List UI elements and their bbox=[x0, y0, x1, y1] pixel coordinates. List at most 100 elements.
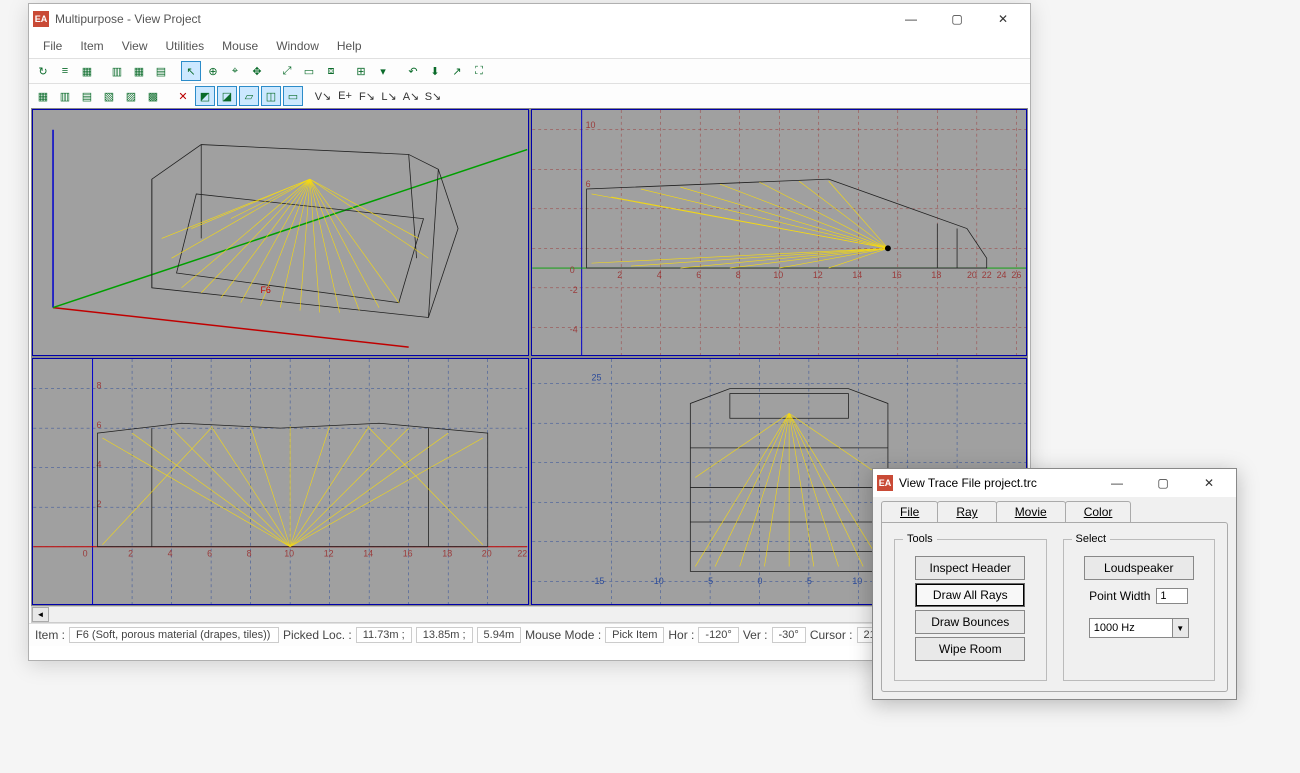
layout1-icon[interactable]: ▥ bbox=[107, 61, 127, 81]
tab-color[interactable]: Color bbox=[1065, 501, 1132, 522]
status-ver-value: -30° bbox=[772, 627, 806, 643]
tools-legend: Tools bbox=[903, 533, 937, 545]
zoomfit-icon[interactable]: ⤢ bbox=[277, 61, 297, 81]
fullscreen-icon[interactable]: ⛶ bbox=[469, 61, 489, 81]
svg-text:0: 0 bbox=[83, 549, 88, 559]
dialog-maximize-button[interactable]: ▢ bbox=[1140, 468, 1186, 498]
target-icon[interactable]: ⊕ bbox=[203, 61, 223, 81]
table-icon[interactable]: ⊞ bbox=[351, 61, 371, 81]
grid-c-icon[interactable]: ▤ bbox=[77, 86, 97, 106]
undo-icon[interactable]: ↶ bbox=[403, 61, 423, 81]
dropdown-icon[interactable]: ▾ bbox=[373, 61, 393, 81]
svg-text:0: 0 bbox=[757, 576, 762, 586]
face-c-icon[interactable]: ▱ bbox=[239, 86, 259, 106]
inspect-header-button[interactable]: Inspect Header bbox=[915, 556, 1025, 580]
status-ver-label: Ver : bbox=[743, 628, 768, 642]
menu-mouse[interactable]: Mouse bbox=[214, 36, 266, 56]
frequency-combo[interactable]: 1000 Hz ▼ bbox=[1089, 618, 1189, 638]
move-icon[interactable]: ✥ bbox=[247, 61, 267, 81]
svg-text:4: 4 bbox=[656, 270, 661, 280]
toolbar-row-1: ↻ ≡ ▦ ▥ ▦ ▤ ↖ ⊕ ⌖ ✥ ⤢ ▭ ⧈ ⊞ ▾ ↶ ⬇ ↗ ⛶ bbox=[29, 58, 1030, 83]
dialog-close-button[interactable]: ✕ bbox=[1186, 468, 1232, 498]
maximize-button[interactable]: ▢ bbox=[934, 4, 980, 34]
list-icon[interactable]: ≡ bbox=[55, 61, 75, 81]
svg-text:8: 8 bbox=[97, 381, 102, 391]
grid-e-icon[interactable]: ▨ bbox=[121, 86, 141, 106]
download-icon[interactable]: ⬇ bbox=[425, 61, 445, 81]
svg-text:-15: -15 bbox=[591, 576, 604, 586]
menu-window[interactable]: Window bbox=[268, 36, 327, 56]
status-mouse-value: Pick Item bbox=[605, 627, 664, 643]
svg-text:-2: -2 bbox=[569, 285, 577, 295]
grid-f-icon[interactable]: ▩ bbox=[143, 86, 163, 106]
label-l-icon[interactable]: L↘ bbox=[379, 86, 399, 106]
label-v-icon[interactable]: V↘ bbox=[313, 86, 333, 106]
grid-a-icon[interactable]: ▦ bbox=[33, 86, 53, 106]
tab-movie[interactable]: Movie bbox=[996, 501, 1066, 522]
status-hor-label: Hor : bbox=[668, 628, 694, 642]
rect-icon[interactable]: ▭ bbox=[299, 61, 319, 81]
face-b-icon[interactable]: ◪ bbox=[217, 86, 237, 106]
layout3-icon[interactable]: ▤ bbox=[151, 61, 171, 81]
grid-icon[interactable]: ▦ bbox=[77, 61, 97, 81]
menu-help[interactable]: Help bbox=[329, 36, 370, 56]
svg-text:16: 16 bbox=[891, 270, 901, 280]
svg-text:2: 2 bbox=[617, 270, 622, 280]
svg-text:14: 14 bbox=[363, 549, 373, 559]
face-d-icon[interactable]: ◫ bbox=[261, 86, 281, 106]
menu-file[interactable]: File bbox=[35, 36, 70, 56]
scroll-left-icon[interactable]: ◄ bbox=[32, 607, 49, 622]
menu-utilities[interactable]: Utilities bbox=[157, 36, 212, 56]
wipe-room-button[interactable]: Wipe Room bbox=[915, 637, 1025, 661]
close-button[interactable]: ✕ bbox=[980, 4, 1026, 34]
status-mouse-label: Mouse Mode : bbox=[525, 628, 601, 642]
status-picked-y: 13.85m ; bbox=[416, 627, 473, 643]
viewport-side[interactable]: 1060 -2-4 246 81012 141618 20222426 bbox=[531, 109, 1028, 356]
selectall-icon[interactable]: ⧈ bbox=[321, 61, 341, 81]
svg-text:10: 10 bbox=[585, 120, 595, 130]
toolbar-row-2: ▦ ▥ ▤ ▧ ▨ ▩ ✕ ◩ ◪ ▱ ◫ ▭ V↘ E+ F↘ L↘ A↘ S… bbox=[29, 83, 1030, 108]
status-item-value: F6 (Soft, porous material (drapes, tiles… bbox=[69, 627, 279, 643]
refresh-icon[interactable]: ↻ bbox=[33, 61, 53, 81]
tab-ray[interactable]: Ray bbox=[937, 501, 996, 522]
main-titlebar[interactable]: EA Multipurpose - View Project — ▢ ✕ bbox=[29, 4, 1030, 34]
draw-all-rays-button[interactable]: Draw All Rays bbox=[915, 583, 1025, 607]
chevron-down-icon[interactable]: ▼ bbox=[1172, 619, 1188, 637]
grid-d-icon[interactable]: ▧ bbox=[99, 86, 119, 106]
svg-text:12: 12 bbox=[324, 549, 334, 559]
svg-text:0: 0 bbox=[569, 265, 574, 275]
draw-bounces-button[interactable]: Draw Bounces bbox=[915, 610, 1025, 634]
grid-b-icon[interactable]: ▥ bbox=[55, 86, 75, 106]
point-width-input[interactable] bbox=[1156, 588, 1188, 604]
face-a-icon[interactable]: ◩ bbox=[195, 86, 215, 106]
label-s-icon[interactable]: S↘ bbox=[423, 86, 443, 106]
tab-file[interactable]: File bbox=[881, 501, 938, 522]
pointer-icon[interactable]: ↖ bbox=[181, 61, 201, 81]
label-a-icon[interactable]: A↘ bbox=[401, 86, 421, 106]
svg-text:25: 25 bbox=[591, 373, 601, 383]
viewport-perspective[interactable]: F6 bbox=[32, 109, 529, 356]
svg-text:12: 12 bbox=[812, 270, 822, 280]
delete-icon[interactable]: ✕ bbox=[173, 86, 193, 106]
dialog-titlebar[interactable]: EA View Trace File project.trc — ▢ ✕ bbox=[873, 469, 1236, 497]
send-icon[interactable]: ↗ bbox=[447, 61, 467, 81]
face-e-icon[interactable]: ▭ bbox=[283, 86, 303, 106]
svg-text:22: 22 bbox=[517, 549, 527, 559]
viewport-front[interactable]: 864 20 246 81012 141618 2022 bbox=[32, 358, 529, 605]
menu-item[interactable]: Item bbox=[72, 36, 111, 56]
status-item-label: Item : bbox=[35, 628, 65, 642]
status-picked-x: 11.73m ; bbox=[356, 627, 412, 643]
dialog-tabs: File Ray Movie Color bbox=[873, 497, 1236, 522]
loudspeaker-button[interactable]: Loudspeaker bbox=[1084, 556, 1194, 580]
layout2-icon[interactable]: ▦ bbox=[129, 61, 149, 81]
select-legend: Select bbox=[1072, 533, 1111, 545]
svg-text:10: 10 bbox=[852, 576, 862, 586]
pick-icon[interactable]: ⌖ bbox=[225, 61, 245, 81]
label-e-icon[interactable]: E+ bbox=[335, 86, 355, 106]
minimize-button[interactable]: — bbox=[888, 4, 934, 34]
menu-view[interactable]: View bbox=[114, 36, 156, 56]
dialog-minimize-button[interactable]: — bbox=[1094, 468, 1140, 498]
label-f-icon[interactable]: F↘ bbox=[357, 86, 377, 106]
svg-text:5: 5 bbox=[806, 576, 811, 586]
select-fieldset: Select Loudspeaker Point Width 1000 Hz ▼ bbox=[1063, 533, 1216, 681]
